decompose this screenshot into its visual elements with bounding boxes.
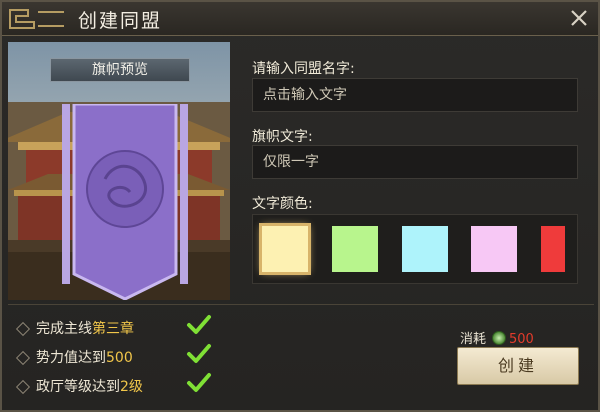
cost-amount: 500 bbox=[509, 332, 534, 347]
cost-display: 消耗 500 bbox=[460, 328, 534, 347]
checkmark-icon bbox=[187, 315, 211, 334]
diamond-bullet-icon bbox=[15, 350, 31, 366]
alliance-name-input[interactable]: 点击输入文字 bbox=[252, 78, 578, 112]
color-swatch-green[interactable] bbox=[332, 226, 378, 272]
checkmark-icon bbox=[187, 344, 211, 363]
requirement-hall-level: 政厅等级达到2级 bbox=[15, 376, 143, 398]
diamond-bullet-icon bbox=[15, 321, 31, 337]
dialog-title: 创建同盟 bbox=[78, 10, 163, 32]
color-swatch-red[interactable] bbox=[541, 226, 565, 272]
requirement-main-quest: 完成主线第三章 bbox=[15, 318, 134, 340]
banner-preview-panel: 旗帜预览 bbox=[8, 42, 230, 300]
banner-text-label: 旗帜文字: bbox=[252, 129, 313, 145]
diamond-bullet-icon bbox=[15, 379, 31, 395]
cost-label: 消耗 bbox=[460, 332, 487, 347]
banner-text-input[interactable]: 仅限一字 bbox=[252, 145, 578, 179]
coin-icon bbox=[492, 331, 507, 345]
color-swatch-cream[interactable] bbox=[259, 223, 311, 275]
checkmark-icon bbox=[187, 373, 211, 392]
title-bar: 创建同盟 bbox=[2, 2, 598, 36]
color-swatch-pink[interactable] bbox=[471, 226, 517, 272]
text-color-label: 文字颜色: bbox=[252, 196, 313, 212]
create-button[interactable]: 创建 bbox=[457, 347, 579, 385]
color-swatch-cyan[interactable] bbox=[402, 226, 448, 272]
close-icon[interactable] bbox=[568, 7, 590, 29]
preview-label: 旗帜预览 bbox=[50, 58, 190, 82]
divider bbox=[8, 304, 594, 305]
create-alliance-dialog: 创建同盟 旗帜预览 请输入同盟名字: 点击输入文字 旗帜文字: 仅限一字 文字颜… bbox=[0, 0, 600, 412]
title-ornament-icon bbox=[9, 9, 64, 29]
requirement-power: 势力值达到500 bbox=[15, 347, 133, 369]
alliance-name-label: 请输入同盟名字: bbox=[252, 61, 355, 77]
banner-flag-icon bbox=[62, 104, 188, 300]
